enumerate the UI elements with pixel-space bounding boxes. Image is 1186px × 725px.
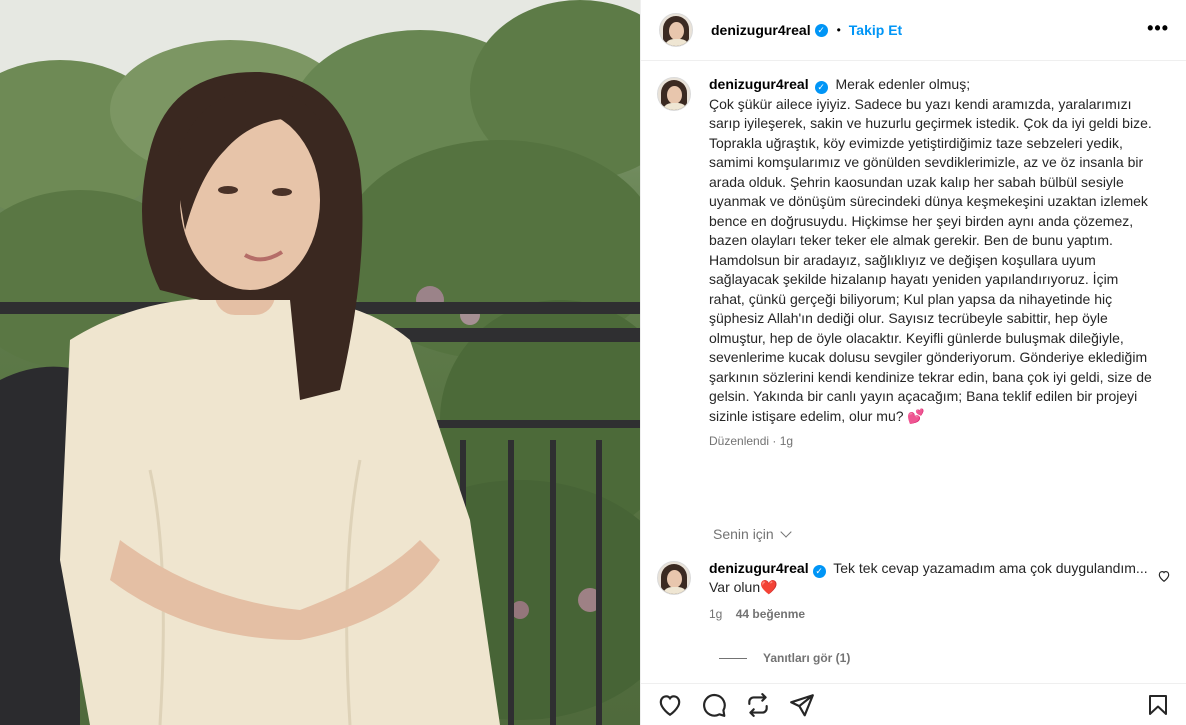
caption-meta: Düzenlendi · 1g — [709, 434, 794, 448]
post-viewer: denizugur4real ✓ • Takip Et ••• denizugu… — [0, 0, 1186, 725]
comment-meta: 1g 44 beğenme — [709, 607, 1149, 621]
comment-heart-icon[interactable] — [1157, 569, 1171, 583]
photo-illustration — [0, 0, 640, 725]
verified-badge-icon: ✓ — [814, 81, 828, 94]
comments-area[interactable]: denizugur4real ✓ Merak edenler olmuş; Çok… — [641, 61, 1186, 683]
verified-badge-icon: ✓ — [814, 23, 828, 37]
bookmark-icon[interactable] — [1146, 692, 1170, 718]
comment-item: denizugur4real ✓ Tek tek cevap yazamadım … — [657, 559, 1177, 621]
replies-divider — [719, 657, 747, 659]
post-caption: denizugur4real ✓ Merak edenler olmuş; Çok… — [657, 75, 1177, 448]
comment-likes[interactable]: 44 beğenme — [736, 607, 805, 621]
comment-body: denizugur4real ✓ Tek tek cevap yazamadım … — [709, 559, 1149, 597]
follow-button[interactable]: Takip Et — [849, 22, 902, 38]
replies-label: Yanıtları gör (1) — [763, 651, 851, 665]
post-photo[interactable] — [0, 0, 640, 725]
avatar[interactable] — [657, 77, 691, 111]
header-username[interactable]: denizugur4real — [711, 22, 811, 38]
repost-icon[interactable] — [745, 692, 771, 718]
caption-body: denizugur4real ✓ Merak edenler olmuş; Çok… — [709, 75, 1155, 426]
avatar[interactable] — [659, 13, 693, 47]
more-options-icon[interactable]: ••• — [1147, 18, 1169, 38]
sort-label: Senin için — [713, 526, 774, 542]
share-icon[interactable] — [789, 692, 815, 718]
comment-sort-dropdown[interactable]: Senin için — [713, 526, 792, 542]
separator-dot: • — [836, 23, 841, 37]
comment-icon[interactable] — [701, 692, 727, 718]
heart-icon[interactable] — [657, 692, 683, 718]
post-sidebar: denizugur4real ✓ • Takip Et ••• denizugu… — [640, 0, 1186, 725]
verified-badge-icon: ✓ — [812, 565, 826, 578]
view-replies-button[interactable]: Yanıtları gör (1) — [719, 651, 850, 665]
comment-time: 1g — [709, 607, 723, 621]
avatar[interactable] — [657, 561, 691, 595]
chevron-down-icon — [780, 526, 792, 538]
comment-username[interactable]: denizugur4real — [709, 560, 809, 576]
caption-text: Merak edenler olmuş; Çok şükür ailece iy… — [709, 76, 1152, 424]
action-bar — [641, 683, 1186, 725]
post-header: denizugur4real ✓ • Takip Et ••• — [641, 0, 1186, 61]
caption-username[interactable]: denizugur4real — [709, 76, 809, 92]
